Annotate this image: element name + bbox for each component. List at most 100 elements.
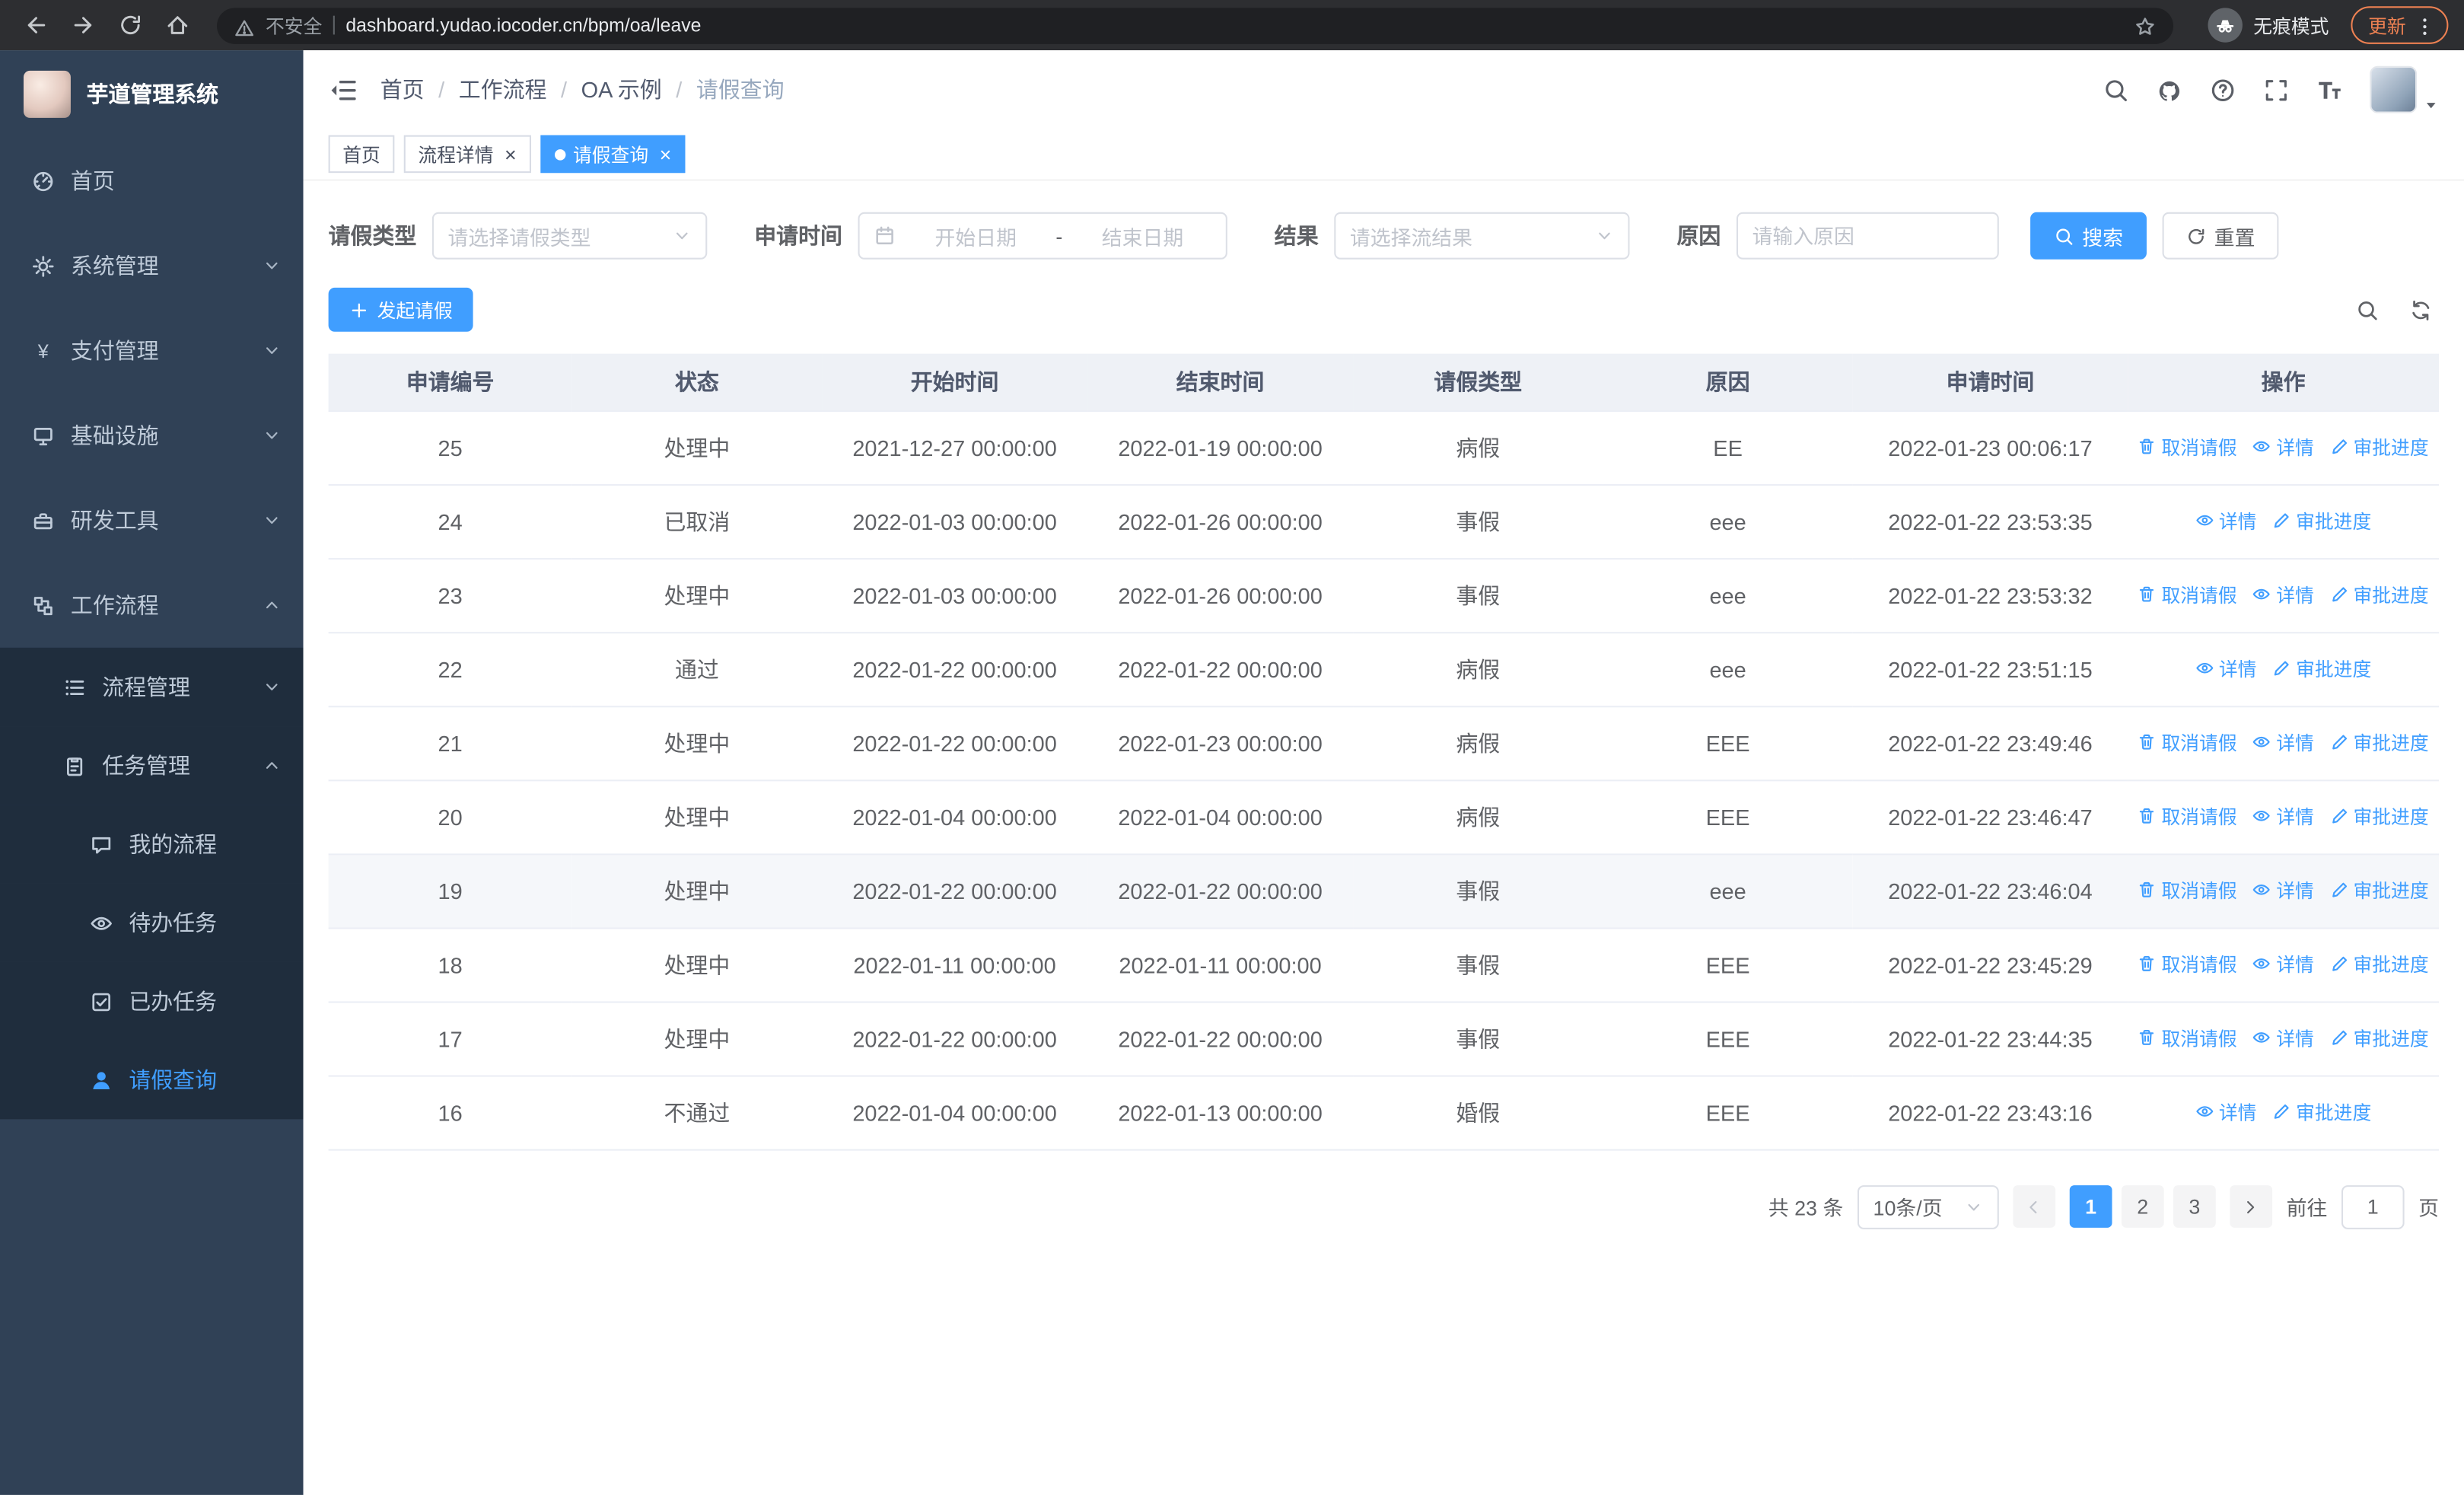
page-button-3[interactable]: 3 xyxy=(2173,1185,2216,1228)
sidebar-item-my-process[interactable]: 我的流程 xyxy=(0,805,304,884)
detail-link[interactable]: 详情 xyxy=(2252,582,2314,608)
back-icon[interactable] xyxy=(16,5,57,46)
search-icon xyxy=(2054,225,2074,246)
toggle-search-icon[interactable] xyxy=(2356,298,2380,321)
detail-link[interactable]: 详情 xyxy=(2195,1098,2256,1125)
column-header: 操作 xyxy=(2128,353,2440,412)
forward-icon[interactable] xyxy=(63,5,104,46)
cell-leave-type: 婚假 xyxy=(1353,1075,1603,1150)
update-button[interactable]: 更新 xyxy=(2351,6,2449,44)
sidebar-toggle-icon[interactable] xyxy=(329,75,358,104)
progress-link[interactable]: 审批进度 xyxy=(2272,1098,2371,1125)
progress-link[interactable]: 审批进度 xyxy=(2330,729,2429,756)
tab-leave-query[interactable]: 请假查询 × xyxy=(540,135,686,174)
user-avatar[interactable] xyxy=(2370,65,2439,113)
detail-link[interactable]: 详情 xyxy=(2252,951,2314,977)
url-text[interactable]: dashboard.yudao.iocoder.cn/bpm/oa/leave xyxy=(345,14,2123,37)
cancel-leave-link[interactable]: 取消请假 xyxy=(2138,433,2237,460)
sidebar-item-home[interactable]: 首页 xyxy=(0,139,304,224)
cell-reason: EEE xyxy=(1603,1001,1853,1076)
progress-link[interactable]: 审批进度 xyxy=(2330,433,2429,460)
sidebar-item-workflow[interactable]: 工作流程 xyxy=(0,563,304,648)
font-size-icon[interactable] xyxy=(2316,76,2343,103)
cell-operations: 取消请假 详情 审批进度 xyxy=(2128,779,2440,855)
search-icon[interactable] xyxy=(2103,76,2129,103)
sidebar-item-task-management[interactable]: 任务管理 xyxy=(0,726,304,805)
reason-input[interactable] xyxy=(1736,212,1999,260)
edit-icon xyxy=(2330,585,2349,604)
goto-page-input[interactable] xyxy=(2341,1184,2405,1229)
progress-link[interactable]: 审批进度 xyxy=(2272,655,2371,682)
cell-end-time: 2022-01-04 00:00:00 xyxy=(1087,779,1354,855)
cancel-leave-link[interactable]: 取消请假 xyxy=(2138,803,2237,830)
cell-end-time: 2022-01-23 00:00:00 xyxy=(1087,706,1354,781)
url-bar[interactable]: 不安全 dashboard.yudao.iocoder.cn/bpm/oa/le… xyxy=(216,7,2173,43)
detail-link[interactable]: 详情 xyxy=(2252,877,2314,904)
search-button[interactable]: 搜索 xyxy=(2030,212,2147,260)
reset-button[interactable]: 重置 xyxy=(2162,212,2279,260)
refresh-table-icon[interactable] xyxy=(2409,298,2433,321)
sidebar-item-process-management[interactable]: 流程管理 xyxy=(0,647,304,727)
close-icon[interactable]: × xyxy=(660,144,672,164)
next-page-button[interactable] xyxy=(2230,1185,2273,1228)
detail-link[interactable]: 详情 xyxy=(2252,433,2314,460)
breadcrumb-item[interactable]: 首页 xyxy=(380,74,425,105)
breadcrumb-item[interactable]: 工作流程 xyxy=(459,74,547,105)
sidebar-item-todo-tasks[interactable]: 待办任务 xyxy=(0,883,304,962)
breadcrumb-item[interactable]: OA 示例 xyxy=(581,74,662,105)
cancel-leave-link[interactable]: 取消请假 xyxy=(2138,951,2237,977)
bookmark-star-icon[interactable] xyxy=(2134,14,2156,37)
cancel-leave-link[interactable]: 取消请假 xyxy=(2138,877,2237,904)
detail-link[interactable]: 详情 xyxy=(2252,1025,2314,1051)
sidebar-item-infrastructure[interactable]: 基础设施 xyxy=(0,393,304,478)
page-button-1[interactable]: 1 xyxy=(2069,1185,2112,1228)
sidebar-item-system-management[interactable]: 系统管理 xyxy=(0,223,304,308)
home-icon[interactable] xyxy=(158,5,199,46)
progress-link[interactable]: 审批进度 xyxy=(2330,803,2429,830)
sidebar-item-dev-tools[interactable]: 研发工具 xyxy=(0,478,304,563)
sidebar-item-leave-query[interactable]: 请假查询 xyxy=(0,1041,304,1120)
progress-link[interactable]: 审批进度 xyxy=(2330,582,2429,608)
leave-type-select[interactable]: 请选择请假类型 xyxy=(431,212,708,260)
page-button-2[interactable]: 2 xyxy=(2121,1185,2164,1228)
reload-icon[interactable] xyxy=(110,5,151,46)
progress-link[interactable]: 审批进度 xyxy=(2330,951,2429,977)
detail-link[interactable]: 详情 xyxy=(2252,803,2314,830)
avatar-image[interactable] xyxy=(2370,65,2418,113)
kebab-menu-icon[interactable] xyxy=(2414,14,2436,37)
fullscreen-icon[interactable] xyxy=(2263,76,2290,103)
not-secure-warning-icon[interactable] xyxy=(234,15,255,36)
tab-process-detail[interactable]: 流程详情 × xyxy=(403,135,531,174)
progress-link[interactable]: 审批进度 xyxy=(2330,877,2429,904)
not-secure-label[interactable]: 不安全 xyxy=(266,11,322,38)
result-select[interactable]: 请选择流结果 xyxy=(1334,212,1630,260)
detail-link[interactable]: 详情 xyxy=(2195,508,2256,534)
cancel-leave-link[interactable]: 取消请假 xyxy=(2138,729,2237,756)
detail-link[interactable]: 详情 xyxy=(2252,729,2314,756)
apply-time-range-picker[interactable]: 开始日期 - 结束日期 xyxy=(858,212,1227,260)
detail-link[interactable]: 详情 xyxy=(2195,655,2256,682)
cell-status: 通过 xyxy=(571,632,823,707)
tab-home[interactable]: 首页 xyxy=(328,135,395,174)
edit-icon xyxy=(2330,438,2349,457)
total-count: 共 23 条 xyxy=(1768,1196,1844,1220)
help-icon[interactable] xyxy=(2210,76,2236,103)
edit-icon xyxy=(2272,512,2291,531)
page-size-select[interactable]: 10条/页 xyxy=(1857,1184,1999,1229)
column-header: 原因 xyxy=(1603,353,1853,412)
close-icon[interactable]: × xyxy=(505,144,517,164)
cell-end-time: 2022-01-19 00:00:00 xyxy=(1087,410,1354,486)
prev-page-button[interactable] xyxy=(2013,1185,2056,1228)
sidebar-item-label: 基础设施 xyxy=(70,422,159,448)
sidebar-item-done-tasks[interactable]: 已办任务 xyxy=(0,961,304,1041)
github-icon[interactable] xyxy=(2156,76,2182,103)
cell-leave-type: 事假 xyxy=(1353,927,1603,1003)
cell-apply-id: 22 xyxy=(328,632,572,707)
progress-link[interactable]: 审批进度 xyxy=(2272,508,2371,534)
eye-icon xyxy=(2252,733,2271,752)
cancel-leave-link[interactable]: 取消请假 xyxy=(2138,1025,2237,1051)
cancel-leave-link[interactable]: 取消请假 xyxy=(2138,582,2237,608)
sidebar-item-payment-management[interactable]: ¥ 支付管理 xyxy=(0,308,304,394)
progress-link[interactable]: 审批进度 xyxy=(2330,1025,2429,1051)
create-leave-button[interactable]: 发起请假 xyxy=(328,287,473,332)
